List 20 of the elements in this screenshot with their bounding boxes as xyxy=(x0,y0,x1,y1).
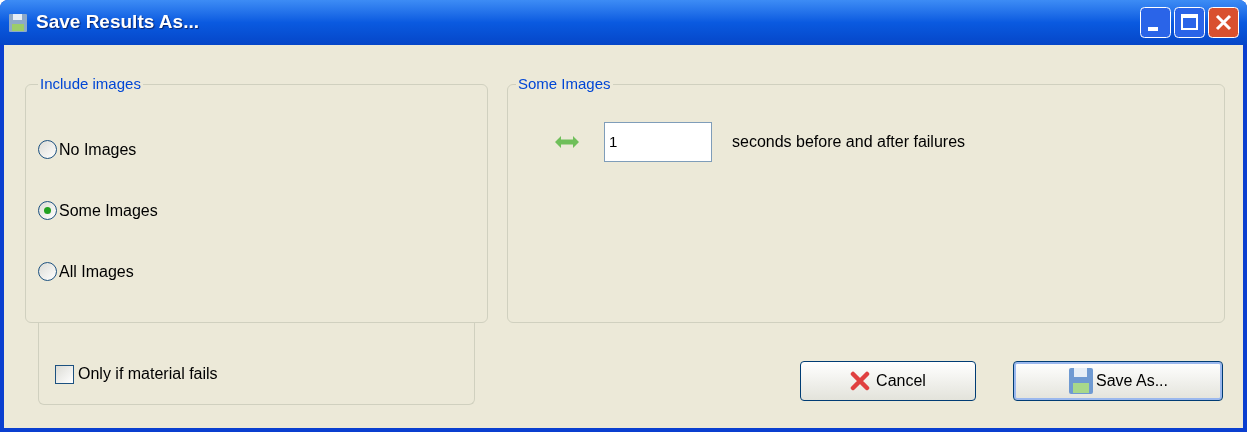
group-label: Some Images xyxy=(517,74,612,94)
checkbox[interactable] xyxy=(55,364,74,384)
checkbox-label: Only if material fails xyxy=(78,364,218,384)
radio-label: All Images xyxy=(59,261,134,282)
double-arrow-icon xyxy=(554,134,580,149)
field-label: seconds before and after failures xyxy=(732,131,966,152)
x-mark-icon xyxy=(850,371,871,391)
radio-label: Some Images xyxy=(59,200,158,221)
window-title: Save Results As... xyxy=(36,10,199,35)
close-icon[interactable] xyxy=(1208,7,1239,38)
maximize-icon[interactable] xyxy=(1174,7,1205,38)
radio-label: No Images xyxy=(59,139,137,160)
minimize-icon[interactable] xyxy=(1140,7,1171,38)
radio-button[interactable] xyxy=(38,262,57,281)
cancel-button[interactable]: Cancel xyxy=(800,361,976,401)
group-label: Include images xyxy=(39,74,142,94)
radio-button[interactable] xyxy=(38,140,57,159)
radio-button[interactable] xyxy=(38,201,57,220)
save-as-button[interactable]: Save As... xyxy=(1013,361,1223,401)
seconds-field[interactable]: 1 xyxy=(604,121,712,162)
